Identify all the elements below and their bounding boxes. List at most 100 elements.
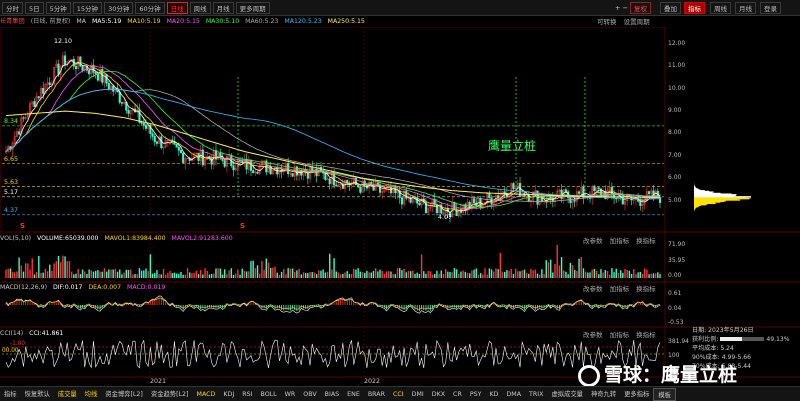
stock-name[interactable]: 长青集团 [0,18,25,25]
volume-bar [646,269,648,278]
indicator-tab[interactable]: 资金博弈[L2] [101,388,147,401]
period-button[interactable]: 日线 [166,1,188,14]
volume-bar [44,268,47,278]
indicator-tab[interactable]: WR [281,388,300,401]
volume-bar [436,270,438,278]
volume-bar [256,265,259,278]
period-button[interactable]: 月线 [212,1,234,14]
indicator-tab[interactable]: KDJ [219,388,238,401]
volume-bar [154,273,156,278]
volume-bar [613,272,615,278]
volume-bar [234,273,237,278]
volume-bar [508,270,510,278]
volume-bar [598,274,600,278]
cci-add-indicator-button[interactable]: 加指标 [610,331,630,339]
indicator-tab[interactable]: BIAS [321,388,343,401]
convertible-button[interactable]: 可转换 [597,18,617,26]
volume-bar [652,273,655,278]
volume-bar [70,271,73,278]
volume-bar [547,262,550,278]
indicator-tab[interactable]: DKX [428,388,449,401]
volume-bar [427,270,429,278]
vol-mavol1: MAVOL1:83984.400 [104,235,166,242]
indicator-tab[interactable]: 成交量 [54,388,81,401]
volume-bar [99,271,101,278]
indicator-tab[interactable]: TRIX [525,388,547,401]
login-button[interactable]: 登录 [760,2,781,14]
candle [357,184,360,188]
volume-bar [121,274,123,278]
volume-bar [232,274,235,278]
monthly-button[interactable]: 月线 [735,2,756,14]
macd-edit-params-button[interactable]: 改参数 [583,285,603,293]
vol-switch-indicator-button[interactable]: 换指标 [636,237,656,245]
overlay-dropdown[interactable]: 叠加 [660,2,681,14]
indicator-tab[interactable]: BOLL [256,388,280,401]
indicator-tab[interactable]: DMA [502,388,525,401]
volume-bar [615,268,617,278]
vol-name[interactable]: VOL(5,10) [0,235,31,242]
indicator-tab[interactable]: CR [449,388,466,401]
vol-add-indicator-button[interactable]: 加指标 [610,237,630,245]
macd-y-tick: 0.61 [668,290,682,297]
vol-edit-params-button[interactable]: 改参数 [583,237,603,245]
indicator-tab[interactable]: 均线 [81,388,102,401]
sell-marker: S [20,222,26,230]
period-button[interactable]: 分时 [2,1,23,14]
candle [223,160,226,167]
volume-bar [239,274,241,278]
indicator-tab[interactable]: ENE [343,388,364,401]
indicator-tab[interactable]: 虚拟成交量 [547,388,586,401]
macd-switch-indicator-button[interactable]: 换指标 [636,285,656,293]
period-button[interactable]: 5日 [25,1,44,14]
cci-name[interactable]: CCI(14) [0,330,23,337]
macd-add-indicator-button[interactable]: 加指标 [610,285,630,293]
indicator-tab[interactable]: RSI [238,388,256,401]
zoom-out-button[interactable]: − [623,4,628,12]
period-button[interactable]: 15分钟 [72,1,103,14]
volume-bar [374,268,377,278]
macd-name[interactable]: MACD(12,26,9) [0,284,47,291]
period-button[interactable]: 30分钟 [104,1,134,14]
volume-bar [595,270,598,278]
volume-bar [86,273,88,278]
volume-bar [523,269,526,278]
candle [405,190,408,199]
indicators-button[interactable]: 指标 [684,2,705,14]
settings-period-button[interactable]: 设置周期 [624,18,650,26]
indicator-tab[interactable]: MACD [193,388,220,401]
volume-bar [276,272,278,278]
volume-bar [477,274,480,278]
volume-bar [101,271,103,278]
indicator-tab[interactable]: OBV [299,388,320,401]
indicator-tab[interactable]: 模板 [653,387,676,401]
zoom-in-button[interactable]: + [615,4,620,12]
zoom-buttons[interactable]: + − [612,2,631,14]
volume-bar [434,274,436,278]
cci-switch-indicator-button[interactable]: 换指标 [636,331,656,339]
indicator-tab[interactable]: CCI [389,388,408,401]
indicator-tab[interactable]: DMI [408,388,428,401]
reinstate-dropdown[interactable]: 复权 [630,2,651,14]
indicator-tab[interactable]: KD [485,388,502,401]
cci-edit-params-button[interactable]: 改参数 [583,331,603,339]
chart-area[interactable] [0,27,800,386]
macd-y-tick: -0.53 [668,319,684,326]
indicator-tab[interactable]: PSY [466,388,486,401]
indicator-tab[interactable]: 神奇九转 [587,388,620,401]
volume-bar [429,271,432,278]
period-button[interactable]: 更多周期 [235,1,270,14]
period-button[interactable]: 周线 [189,1,211,14]
volume-bar [600,269,602,278]
indicator-tab[interactable]: 资金趋势[L2] [147,388,193,401]
period-button[interactable]: 60分钟 [135,1,165,14]
volume-bar [313,272,316,278]
volume-bar [641,273,644,278]
indicator-tab[interactable]: 恢复默认 [21,388,54,401]
weekly-button[interactable]: 周线 [710,2,731,14]
volume-bar [464,271,467,278]
indicator-tab[interactable]: 更多指标 [620,388,653,401]
period-button[interactable]: 5分钟 [45,1,71,14]
indicator-tab[interactable]: 指标 [0,388,21,401]
indicator-tab[interactable]: BRAR [364,388,389,401]
